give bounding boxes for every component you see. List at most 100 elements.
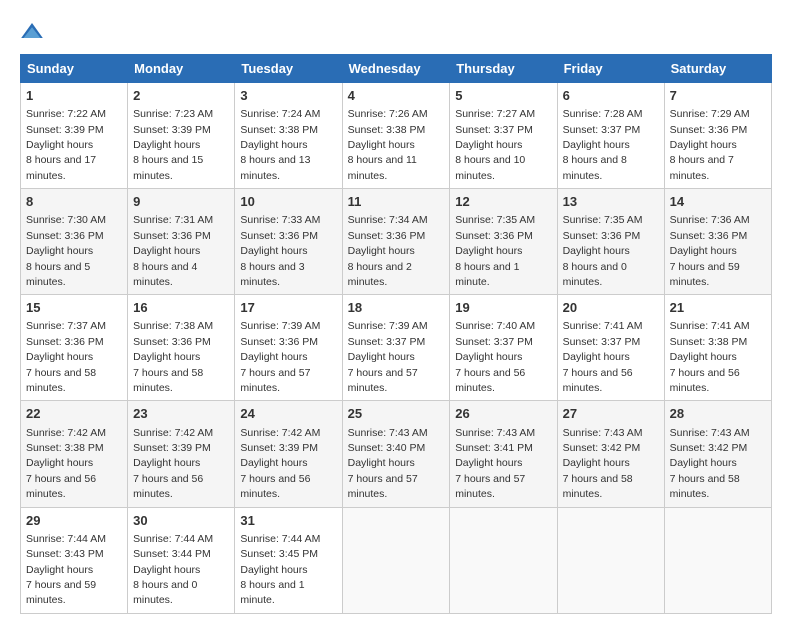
day-info: Sunrise: 7:22 AMSunset: 3:39 PMDaylight … (26, 108, 106, 182)
day-number: 15 (26, 299, 122, 317)
header-monday: Monday (128, 55, 235, 83)
day-number: 20 (563, 299, 659, 317)
day-number: 24 (240, 405, 336, 423)
day-info: Sunrise: 7:34 AMSunset: 3:36 PMDaylight … (348, 214, 428, 288)
header-sunday: Sunday (21, 55, 128, 83)
day-info: Sunrise: 7:43 AMSunset: 3:42 PMDaylight … (563, 427, 643, 501)
day-info: Sunrise: 7:42 AMSunset: 3:39 PMDaylight … (240, 427, 320, 501)
day-number: 23 (133, 405, 229, 423)
calendar-cell: 23 Sunrise: 7:42 AMSunset: 3:39 PMDayligh… (128, 401, 235, 507)
calendar-cell: 20 Sunrise: 7:41 AMSunset: 3:37 PMDayligh… (557, 295, 664, 401)
calendar-cell: 18 Sunrise: 7:39 AMSunset: 3:37 PMDayligh… (342, 295, 450, 401)
calendar-week-1: 1Sunrise: 7:22 AMSunset: 3:39 PMDaylight… (21, 83, 772, 189)
calendar-cell: 10 Sunrise: 7:33 AMSunset: 3:36 PMDayligh… (235, 189, 342, 295)
day-number: 2 (133, 87, 229, 105)
header-thursday: Thursday (450, 55, 557, 83)
day-info: Sunrise: 7:38 AMSunset: 3:36 PMDaylight … (133, 320, 213, 394)
calendar-cell: 27 Sunrise: 7:43 AMSunset: 3:42 PMDayligh… (557, 401, 664, 507)
calendar-cell: 30 Sunrise: 7:44 AMSunset: 3:44 PMDayligh… (128, 507, 235, 613)
calendar-body: 1Sunrise: 7:22 AMSunset: 3:39 PMDaylight… (21, 83, 772, 614)
day-number: 7 (670, 87, 766, 105)
header-friday: Friday (557, 55, 664, 83)
day-number: 9 (133, 193, 229, 211)
day-number: 27 (563, 405, 659, 423)
calendar-cell: 12 Sunrise: 7:35 AMSunset: 3:36 PMDayligh… (450, 189, 557, 295)
day-number: 19 (455, 299, 551, 317)
calendar-week-4: 22 Sunrise: 7:42 AMSunset: 3:38 PMDayligh… (21, 401, 772, 507)
calendar-cell: 17Sunrise: 7:39 AMSunset: 3:36 PMDayligh… (235, 295, 342, 401)
day-info: Sunrise: 7:24 AMSunset: 3:38 PMDaylight … (240, 108, 320, 182)
calendar-cell: 2 Sunrise: 7:23 AMSunset: 3:39 PMDaylight… (128, 83, 235, 189)
day-info: Sunrise: 7:44 AMSunset: 3:43 PMDaylight … (26, 533, 106, 607)
calendar-cell: 22 Sunrise: 7:42 AMSunset: 3:38 PMDayligh… (21, 401, 128, 507)
day-info: Sunrise: 7:39 AMSunset: 3:37 PMDaylight … (348, 320, 428, 394)
day-info: Sunrise: 7:42 AMSunset: 3:38 PMDaylight … (26, 427, 106, 501)
day-number: 28 (670, 405, 766, 423)
calendar-cell: 31Sunrise: 7:44 AMSunset: 3:45 PMDayligh… (235, 507, 342, 613)
calendar-cell (342, 507, 450, 613)
calendar-cell: 21 Sunrise: 7:41 AMSunset: 3:38 PMDayligh… (664, 295, 771, 401)
day-number: 30 (133, 512, 229, 530)
day-number: 14 (670, 193, 766, 211)
day-info: Sunrise: 7:43 AMSunset: 3:42 PMDaylight … (670, 427, 750, 501)
day-number: 11 (348, 193, 445, 211)
calendar-cell: 7 Sunrise: 7:29 AMSunset: 3:36 PMDaylight… (664, 83, 771, 189)
calendar-cell: 4 Sunrise: 7:26 AMSunset: 3:38 PMDaylight… (342, 83, 450, 189)
calendar-cell: 8Sunrise: 7:30 AMSunset: 3:36 PMDaylight… (21, 189, 128, 295)
day-info: Sunrise: 7:33 AMSunset: 3:36 PMDaylight … (240, 214, 320, 288)
day-number: 18 (348, 299, 445, 317)
day-number: 21 (670, 299, 766, 317)
day-info: Sunrise: 7:41 AMSunset: 3:38 PMDaylight … (670, 320, 750, 394)
calendar-cell: 24 Sunrise: 7:42 AMSunset: 3:39 PMDayligh… (235, 401, 342, 507)
day-number: 13 (563, 193, 659, 211)
day-number: 22 (26, 405, 122, 423)
day-info: Sunrise: 7:43 AMSunset: 3:40 PMDaylight … (348, 427, 428, 501)
day-number: 6 (563, 87, 659, 105)
day-number: 29 (26, 512, 122, 530)
day-number: 4 (348, 87, 445, 105)
calendar-cell: 11 Sunrise: 7:34 AMSunset: 3:36 PMDayligh… (342, 189, 450, 295)
logo-icon (20, 20, 44, 44)
day-info: Sunrise: 7:44 AMSunset: 3:44 PMDaylight … (133, 533, 213, 607)
calendar-cell: 14 Sunrise: 7:36 AMSunset: 3:36 PMDayligh… (664, 189, 771, 295)
calendar-cell: 3Sunrise: 7:24 AMSunset: 3:38 PMDaylight… (235, 83, 342, 189)
calendar-cell: 16Sunrise: 7:38 AMSunset: 3:36 PMDayligh… (128, 295, 235, 401)
day-info: Sunrise: 7:43 AMSunset: 3:41 PMDaylight … (455, 427, 535, 501)
calendar-header-row: SundayMondayTuesdayWednesdayThursdayFrid… (21, 55, 772, 83)
calendar-cell: 25 Sunrise: 7:43 AMSunset: 3:40 PMDayligh… (342, 401, 450, 507)
day-number: 5 (455, 87, 551, 105)
day-info: Sunrise: 7:40 AMSunset: 3:37 PMDaylight … (455, 320, 535, 394)
page-header (20, 20, 772, 44)
calendar-cell: 19 Sunrise: 7:40 AMSunset: 3:37 PMDayligh… (450, 295, 557, 401)
day-info: Sunrise: 7:31 AMSunset: 3:36 PMDaylight … (133, 214, 213, 288)
day-info: Sunrise: 7:36 AMSunset: 3:36 PMDaylight … (670, 214, 750, 288)
header-tuesday: Tuesday (235, 55, 342, 83)
day-number: 26 (455, 405, 551, 423)
day-info: Sunrise: 7:27 AMSunset: 3:37 PMDaylight … (455, 108, 535, 182)
calendar-cell: 15 Sunrise: 7:37 AMSunset: 3:36 PMDayligh… (21, 295, 128, 401)
day-number: 31 (240, 512, 336, 530)
day-number: 10 (240, 193, 336, 211)
calendar-week-3: 15 Sunrise: 7:37 AMSunset: 3:36 PMDayligh… (21, 295, 772, 401)
header-wednesday: Wednesday (342, 55, 450, 83)
calendar-cell (664, 507, 771, 613)
day-number: 12 (455, 193, 551, 211)
calendar-cell: 13Sunrise: 7:35 AMSunset: 3:36 PMDayligh… (557, 189, 664, 295)
day-info: Sunrise: 7:23 AMSunset: 3:39 PMDaylight … (133, 108, 213, 182)
header-saturday: Saturday (664, 55, 771, 83)
calendar-week-2: 8Sunrise: 7:30 AMSunset: 3:36 PMDaylight… (21, 189, 772, 295)
day-info: Sunrise: 7:35 AMSunset: 3:36 PMDaylight … (455, 214, 535, 288)
day-info: Sunrise: 7:37 AMSunset: 3:36 PMDaylight … (26, 320, 106, 394)
day-info: Sunrise: 7:29 AMSunset: 3:36 PMDaylight … (670, 108, 750, 182)
day-info: Sunrise: 7:26 AMSunset: 3:38 PMDaylight … (348, 108, 428, 182)
day-info: Sunrise: 7:28 AMSunset: 3:37 PMDaylight … (563, 108, 643, 182)
calendar-cell: 5 Sunrise: 7:27 AMSunset: 3:37 PMDaylight… (450, 83, 557, 189)
day-info: Sunrise: 7:42 AMSunset: 3:39 PMDaylight … (133, 427, 213, 501)
day-info: Sunrise: 7:39 AMSunset: 3:36 PMDaylight … (240, 320, 320, 394)
logo (20, 20, 48, 44)
calendar-cell: 1Sunrise: 7:22 AMSunset: 3:39 PMDaylight… (21, 83, 128, 189)
calendar-cell (450, 507, 557, 613)
day-info: Sunrise: 7:41 AMSunset: 3:37 PMDaylight … (563, 320, 643, 394)
day-number: 25 (348, 405, 445, 423)
calendar-cell: 26 Sunrise: 7:43 AMSunset: 3:41 PMDayligh… (450, 401, 557, 507)
